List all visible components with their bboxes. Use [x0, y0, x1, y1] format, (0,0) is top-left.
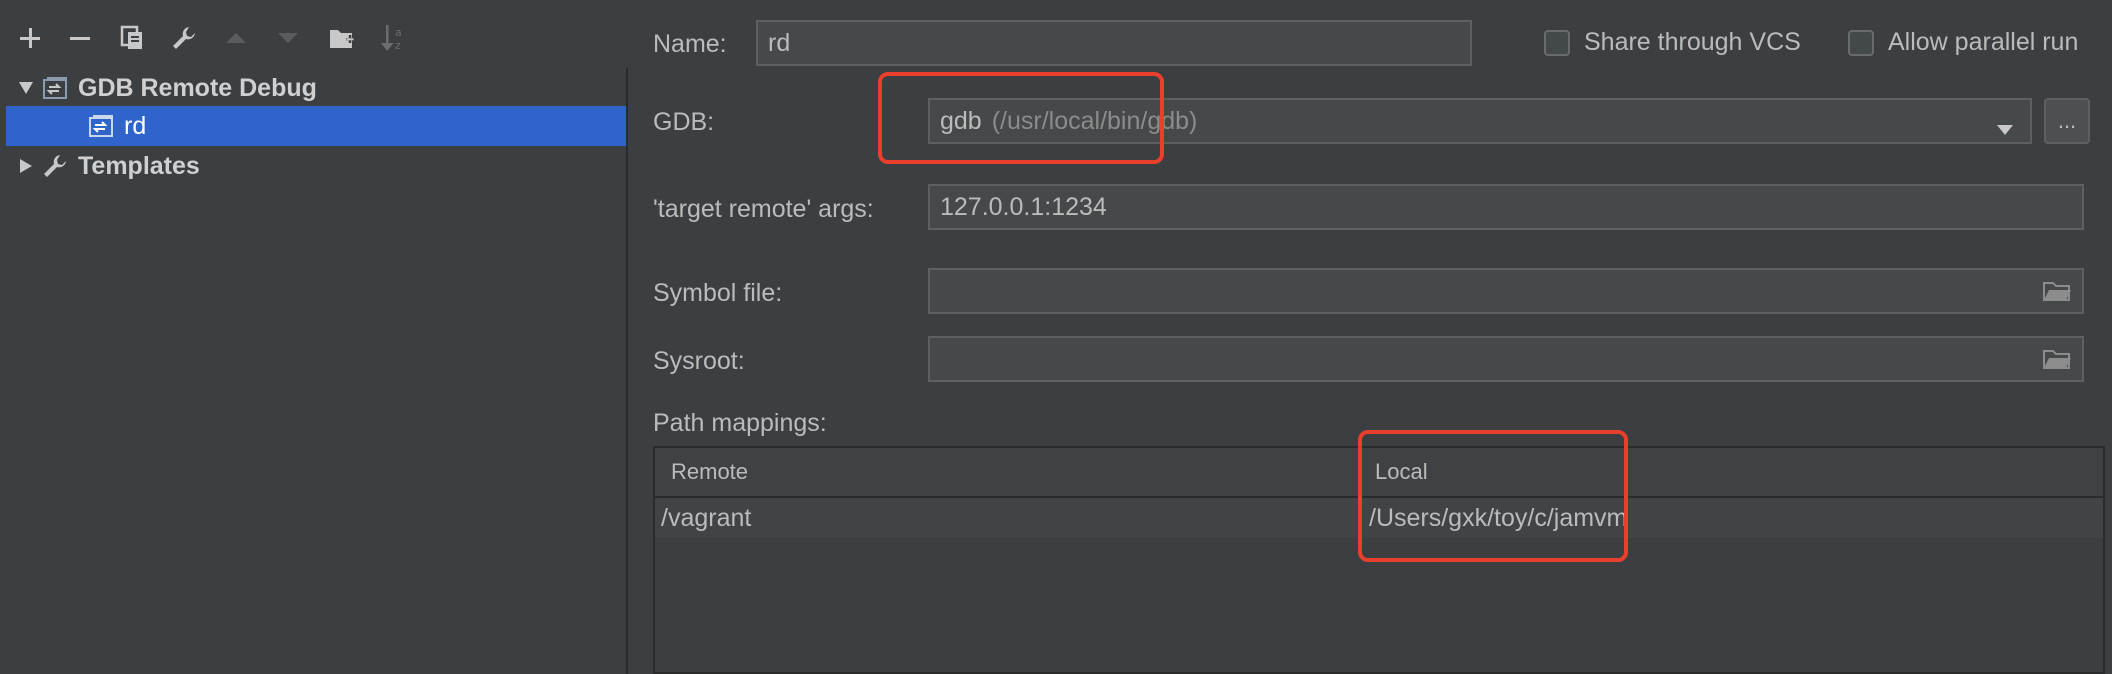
chevron-down-icon[interactable]: [1996, 114, 2014, 143]
run-configuration-dialog: az GDB Remote Debug rd Templates Name: r…: [0, 0, 2112, 674]
share-vcs-label: Share through VCS: [1584, 28, 1801, 56]
move-up-icon[interactable]: [218, 20, 254, 56]
remote-debug-icon: [86, 111, 116, 141]
name-label: Name:: [653, 30, 727, 58]
share-vcs-checkbox[interactable]: Share through VCS: [1544, 28, 1801, 57]
gdb-label: GDB:: [653, 108, 715, 136]
tree-templates-label: Templates: [78, 151, 200, 180]
tree-item-templates[interactable]: Templates: [6, 146, 626, 186]
highlight-local-path: [1358, 430, 1628, 562]
configurations-panel: az GDB Remote Debug rd Templates: [0, 0, 628, 674]
sysroot-field[interactable]: [928, 336, 2084, 382]
highlight-gdb: [878, 72, 1164, 164]
configurations-tree: GDB Remote Debug rd Templates: [0, 68, 628, 674]
cell-remote[interactable]: /vagrant: [661, 498, 751, 538]
parallel-run-label: Allow parallel run: [1888, 28, 2079, 56]
sysroot-label: Sysroot:: [653, 347, 745, 375]
svg-text:z: z: [395, 39, 401, 52]
folder-icon[interactable]: [2042, 346, 2072, 379]
path-mappings-label: Path mappings:: [653, 409, 827, 437]
parallel-run-checkbox[interactable]: Allow parallel run: [1848, 28, 2078, 57]
symbol-file-field[interactable]: [928, 268, 2084, 314]
remote-debug-icon: [40, 73, 70, 103]
browse-gdb-button[interactable]: ...: [2044, 98, 2090, 144]
remove-icon[interactable]: [62, 20, 98, 56]
share-vcs-box[interactable]: [1544, 29, 1570, 56]
configurations-toolbar: az: [0, 0, 628, 72]
new-folder-icon[interactable]: [324, 20, 360, 56]
tree-item-rd[interactable]: rd: [6, 106, 626, 146]
move-down-icon[interactable]: [270, 20, 306, 56]
tree-item-label: rd: [124, 111, 147, 140]
column-header-remote[interactable]: Remote: [657, 448, 1357, 496]
parallel-run-box[interactable]: [1848, 29, 1874, 56]
svg-text:a: a: [395, 26, 402, 39]
copy-icon[interactable]: [114, 20, 150, 56]
configuration-form: Name: rd Share through VCS Allow paralle…: [630, 0, 2112, 674]
name-value: rd: [768, 28, 791, 57]
folder-icon[interactable]: [2042, 278, 2072, 311]
expanded-arrow-icon[interactable]: [12, 74, 40, 102]
wrench-icon[interactable]: [166, 20, 202, 56]
target-args-value: 127.0.0.1:1234: [940, 192, 1107, 221]
target-args-field[interactable]: 127.0.0.1:1234: [928, 184, 2084, 230]
add-icon[interactable]: [12, 20, 48, 56]
target-args-label: 'target remote' args:: [653, 195, 874, 223]
tree-group-label: GDB Remote Debug: [78, 73, 317, 102]
tree-item-gdb-remote-debug[interactable]: GDB Remote Debug: [6, 68, 626, 108]
wrench-icon: [40, 151, 70, 181]
name-field[interactable]: rd: [756, 20, 1472, 66]
collapsed-arrow-icon[interactable]: [12, 152, 40, 180]
sort-alpha-icon[interactable]: az: [376, 20, 412, 56]
symbol-file-label: Symbol file:: [653, 279, 783, 307]
